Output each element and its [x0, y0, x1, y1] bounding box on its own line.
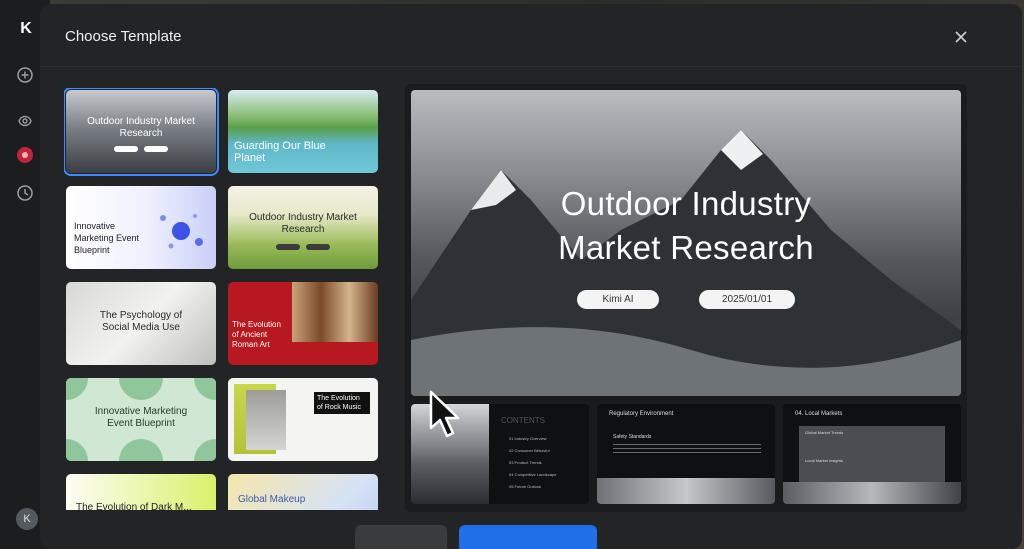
user-avatar[interactable]: K — [16, 508, 38, 530]
template-pill — [306, 244, 330, 250]
thumbnail-text-lines — [613, 444, 761, 456]
template-title: The Evolution of Ancient Roman Art — [232, 320, 281, 349]
template-grid[interactable]: Outdoor Industry Market Research Guardin… — [64, 88, 379, 510]
preview-title-line-2: Market Research — [558, 229, 814, 266]
template-card[interactable]: The Evolution of Ancient Roman Art — [228, 282, 378, 365]
template-card[interactable]: Innovative Marketing Event Blueprint — [66, 378, 216, 461]
preview-author-pill: Kimi AI — [577, 290, 659, 309]
template-image — [246, 390, 286, 450]
thumbnail-item: 04 Competitive Landscape — [509, 472, 557, 477]
cancel-button[interactable] — [355, 525, 447, 549]
template-title: Outdoor Industry Market Research — [87, 116, 195, 139]
kimi-app-icon[interactable] — [16, 146, 34, 164]
thumbnail-heading: Regulatory Environment — [609, 411, 674, 417]
template-preview: Outdoor Industry Market Research Kimi AI… — [405, 84, 967, 512]
close-icon[interactable] — [950, 26, 972, 48]
template-card[interactable]: Outdoor Industry Market Research — [64, 88, 219, 176]
template-card[interactable]: Outdoor Industry Market Research — [228, 186, 378, 269]
thumbnail-image — [597, 478, 775, 504]
use-template-button[interactable] — [459, 525, 597, 549]
thumbnail-heading: CONTENTS — [501, 416, 545, 425]
template-card[interactable]: The Evolution of Dark M... — [66, 474, 216, 510]
slide-thumbnail[interactable]: 04. Local Markets Global Market Trends L… — [783, 404, 961, 504]
template-pill — [276, 244, 300, 250]
template-card[interactable]: Global Makeup — [228, 474, 378, 510]
slide-thumbnail[interactable]: Regulatory Environment Safety Standards — [597, 404, 775, 504]
thumbnail-subheading: Safety Standards — [613, 434, 652, 440]
thumbnail-item: 01 Industry Overview — [509, 436, 547, 441]
preview-date-pill: 2025/01/01 — [699, 290, 795, 309]
preview-title-line-1: Outdoor Industry — [560, 185, 812, 222]
thumbnail-item: 02 Consumer Behavior — [509, 448, 550, 453]
template-card[interactable]: The Evolution of Rock Music — [228, 378, 378, 461]
explore-icon[interactable] — [16, 112, 34, 130]
template-card[interactable]: Guarding Our Blue Planet — [228, 90, 378, 173]
preview-slide-thumbnails: CONTENTS 01 Industry Overview 02 Consume… — [411, 404, 961, 504]
modal-title: Choose Template — [65, 28, 182, 45]
thumbnail-subheading: Global Market Trends — [805, 430, 844, 435]
thumbnail-subheading: Local Market Insights — [805, 458, 843, 463]
template-title: The Evolution of Rock Music — [314, 392, 370, 414]
template-title: Guarding Our Blue Planet — [234, 140, 326, 164]
template-title: Outdoor Industry Market Research — [249, 212, 357, 235]
new-chat-icon[interactable] — [16, 66, 34, 84]
header-divider — [40, 66, 1022, 67]
template-title: The Psychology of Social Media Use — [99, 310, 183, 333]
app-logo[interactable]: K — [16, 20, 36, 40]
template-title: Global Makeup — [238, 494, 306, 505]
template-title: Innovative Marketing Event Blueprint — [94, 406, 188, 429]
history-icon[interactable] — [16, 184, 34, 202]
mouse-cursor-icon — [429, 390, 460, 438]
template-title: The Evolution of Dark M... — [76, 502, 192, 510]
choose-template-modal: Choose Template Outdoor Industry Market … — [40, 4, 1022, 549]
template-title: Innovative Marketing Event Blueprint — [74, 221, 140, 255]
preview-title: Outdoor Industry Market Research — [411, 182, 961, 270]
thumbnail-heading: 04. Local Markets — [795, 411, 843, 417]
thumbnail-item: 05 Future Outlook — [509, 484, 542, 489]
template-card[interactable]: Innovative Marketing Event Blueprint — [66, 186, 216, 269]
thumbnail-image — [783, 482, 961, 504]
thumbnail-panel: Global Market Trends Local Market Insigh… — [799, 426, 945, 484]
template-pill — [114, 146, 138, 152]
preview-cover-slide: Outdoor Industry Market Research Kimi AI… — [411, 90, 961, 396]
thumbnail-item: 03 Product Trends — [509, 460, 542, 465]
template-pill — [144, 146, 168, 152]
template-card[interactable]: The Psychology of Social Media Use — [66, 282, 216, 365]
